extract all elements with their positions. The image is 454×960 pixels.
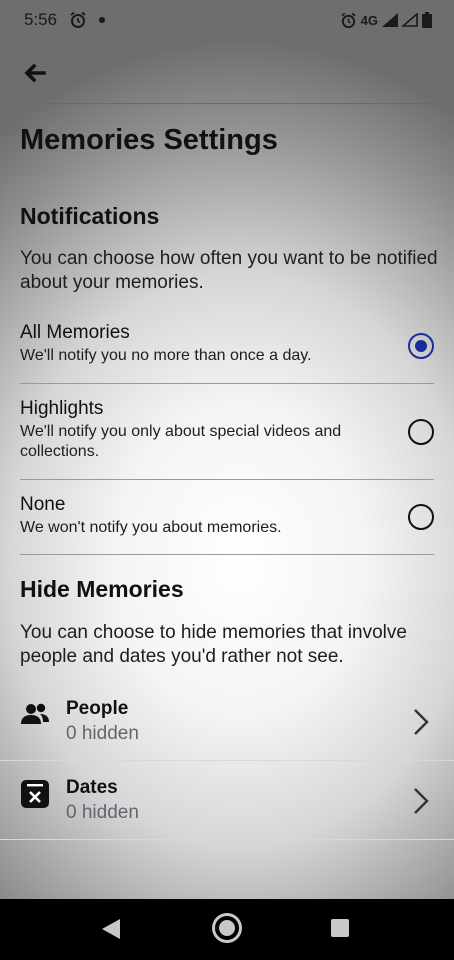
notifications-description: You can choose how often you want to be … (20, 248, 438, 293)
hide-memories-description: You can choose to hide memories that inv… (20, 622, 407, 667)
status-time: 5:56 (24, 10, 58, 29)
status-right: 4G (340, 12, 432, 29)
network-type: 4G (360, 12, 378, 28)
chevron-right-icon (414, 709, 429, 735)
system-nav-bar (0, 899, 454, 960)
hide-row-label: Dates (66, 777, 118, 798)
nav-recents-icon[interactable] (331, 919, 349, 937)
alarm-icon (341, 12, 356, 28)
signal-outline-icon (402, 13, 418, 27)
battery-icon (422, 12, 432, 28)
option-description: We won't notify you about memories. (20, 519, 282, 536)
option-label: Highlights (20, 398, 104, 419)
option-description: We'll notify you only about special vide… (20, 423, 342, 460)
hide-row-count: 0 hidden (66, 723, 139, 744)
notifications-title: Notifications (20, 203, 160, 229)
hide-row-label: People (66, 698, 129, 719)
radio-unselected[interactable] (408, 504, 434, 530)
alarm-icon (70, 11, 86, 28)
calendar-x-icon (21, 780, 49, 808)
option-description: We'll notify you no more than once a day… (20, 347, 312, 364)
option-none[interactable]: None We won't notify you about memories. (20, 494, 434, 555)
status-left: 5:56 (24, 10, 106, 30)
notification-dot-icon (99, 17, 106, 23)
hide-row-people[interactable]: People 0 hidden (0, 682, 454, 761)
radio-unselected[interactable] (408, 419, 434, 445)
nav-home-icon[interactable] (212, 913, 242, 943)
option-all-memories[interactable]: All Memories We'll notify you no more th… (20, 322, 434, 384)
back-arrow-icon[interactable] (18, 56, 52, 90)
option-label: All Memories (20, 322, 130, 343)
hide-memories-title: Hide Memories (20, 576, 184, 602)
nav-back-icon[interactable] (101, 918, 121, 940)
hide-row-count: 0 hidden (66, 802, 139, 823)
signal-icon (382, 13, 398, 27)
status-bar: 5:56 4G (0, 0, 454, 40)
page-title: Memories Settings (20, 124, 278, 156)
app-bar (0, 40, 454, 104)
option-label: None (20, 494, 66, 515)
radio-selected[interactable] (408, 333, 434, 359)
hide-row-dates[interactable]: Dates 0 hidden (0, 761, 454, 840)
people-icon (21, 703, 49, 724)
option-highlights[interactable]: Highlights We'll notify you only about s… (20, 398, 434, 480)
chevron-right-icon (414, 788, 429, 814)
